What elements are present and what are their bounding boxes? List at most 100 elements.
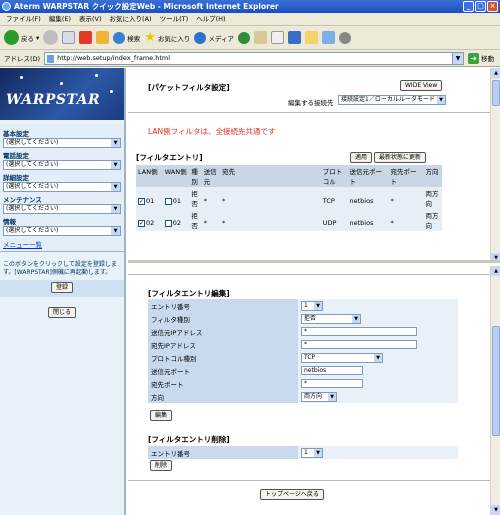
wan-checkbox-02[interactable] [164,219,172,227]
wide-view-button[interactable]: WIDE View [400,80,443,91]
nav-select-info[interactable]: (選択してください) ▼ [3,226,121,236]
src-port-input[interactable]: netbios [301,366,363,375]
filter-type-label: フィルタ種別 [148,312,298,325]
folder-icon[interactable] [304,31,318,44]
connection-select[interactable]: 接続設定1／ローカルルータモード ▼ [338,95,446,105]
dst-ip-input[interactable]: * [301,340,417,349]
chevron-down-icon: ▼ [314,448,322,457]
address-input[interactable]: http://web.setup/index_frame.html ▼ [44,51,465,65]
star-icon: ★ [144,30,156,45]
top-page-button[interactable]: トップページへ戻る [260,489,324,500]
entry-no-select[interactable]: 1 ▼ [301,300,323,311]
nav-select-maintenance[interactable]: (選択してください) ▼ [3,204,121,214]
scroll-up-icon[interactable]: ▲ [491,68,500,78]
scroll-up-icon[interactable]: ▲ [491,266,500,276]
nav-select-advanced[interactable]: (選択してください) ▼ [3,182,121,192]
menu-help[interactable]: ヘルプ(H) [196,13,225,25]
discuss-icon[interactable] [321,31,335,44]
favorites-label: お気に入り [157,34,191,43]
mail-icon[interactable] [253,31,267,44]
delete-entry-select[interactable]: 1 ▼ [301,447,323,458]
delete-button[interactable]: 削除 [150,460,173,471]
scroll-thumb[interactable] [492,80,500,106]
col-dst-port: 宛先ポート [388,165,424,187]
menu-tools[interactable]: ツール(T) [160,13,189,25]
messenger-icon[interactable] [338,31,351,44]
connection-label: 編集する接続先 [288,99,334,107]
src-ip-input[interactable]: * [301,327,417,336]
chevron-down-icon: ▾ [36,33,40,42]
lower-scrollbar[interactable]: ▲ ▼ [490,266,500,515]
apply-button[interactable]: 適用 [350,152,373,163]
cell-type: 拒否 [189,187,202,209]
forward-button[interactable] [43,30,59,45]
cell-src-port: netbios [347,209,389,231]
dst-ip-label: 宛先IPアドレス [148,338,298,351]
filter-type-select[interactable]: 拒否 ▼ [301,313,361,324]
lan-checkbox-02[interactable]: ✓ [138,219,145,227]
word-icon[interactable] [287,31,301,44]
refresh-button[interactable]: 最新状態に更新 [374,152,427,163]
upper-scrollbar[interactable]: ▲ ▼ [490,68,500,260]
nav-select-basic[interactable]: (選択してください) ▼ [3,138,121,148]
close-button[interactable]: × [487,1,498,12]
search-label: 検索 [127,34,141,43]
scroll-down-icon[interactable]: ▼ [491,505,500,515]
go-label: 移動 [481,55,495,63]
refresh-icon[interactable] [79,31,93,44]
media-button[interactable]: メディア [194,31,234,44]
chevron-down-icon: ▼ [352,314,360,323]
direction-label: 方向 [148,390,298,403]
chevron-down-icon[interactable]: ▼ [452,52,464,64]
chevron-down-icon: ▼ [111,205,120,213]
ie-icon [2,2,11,11]
menu-favorites[interactable]: お気に入り(A) [110,13,152,25]
wan-checkbox-01[interactable] [164,197,172,205]
nav-select-phone[interactable]: (選択してください) ▼ [3,160,121,170]
menu-view[interactable]: 表示(V) [79,13,102,25]
lan-checkbox-01[interactable]: ✓ [138,197,145,205]
menubar: ファイル(F) 編集(E) 表示(V) お気に入り(A) ツール(T) ヘルプ(… [0,13,500,26]
home-icon[interactable] [96,31,110,44]
stop-icon[interactable] [62,31,76,44]
menu-file[interactable]: ファイル(F) [6,13,41,25]
scroll-down-icon[interactable]: ▼ [491,253,500,260]
search-button[interactable]: 検索 [113,31,141,44]
nav-label-maintenance: メンテナンス [3,196,42,204]
menu-edit[interactable]: 編集(E) [49,13,71,25]
cell-dst: * [220,187,321,209]
right-frame: [パケットフィルタ設定] WIDE View 編集する接続先 接続設定1／ローカ… [128,68,500,515]
entry-no-label: エントリ番号 [148,299,298,312]
address-bar: アドレス(D) http://web.setup/index_frame.htm… [0,50,500,67]
lan-entry-no: 01 [146,197,155,205]
go-arrow-icon: ➜ [468,52,480,64]
scroll-thumb[interactable] [492,326,500,436]
wan-entry-no: 02 [172,219,181,227]
back-button[interactable]: 戻る ▾ [4,30,39,45]
close-window-button[interactable]: 閉じる [47,307,76,318]
menu-list-link[interactable]: メニュー一覧 [3,239,122,249]
direction-select[interactable]: 両方向 ▼ [301,391,337,402]
edit-button[interactable]: 編集 [150,410,173,421]
filter-entry-title: [フィルタエントリ] [136,153,203,162]
chevron-down-icon: ▼ [111,139,120,147]
go-button[interactable]: ➜ 移動 [468,52,495,64]
cell-dst: * [220,209,321,231]
favorites-button[interactable]: ★ お気に入り [144,30,190,45]
history-icon[interactable] [237,31,250,44]
protocol-select[interactable]: TCP ▼ [301,352,383,363]
col-type: 種別 [189,165,202,187]
table-header: LAN側 WAN側 種別 送信元 宛先 プロトコル 送信元ポート 宛先ポート 方… [136,165,442,187]
register-button[interactable]: 登録 [50,282,73,293]
window-title: Aterm WARPSTAR クイック設定Web - Microsoft Int… [14,2,279,11]
dst-port-input[interactable]: * [301,379,363,388]
protocol-label: プロトコル種別 [148,351,298,364]
col-protocol: プロトコル [320,165,348,187]
minimize-button[interactable]: _ [463,1,474,12]
cell-direction: 両方向 [423,209,442,231]
print-icon[interactable] [270,31,284,44]
page-icon [47,54,55,63]
maximize-button[interactable]: □ [475,1,486,12]
lan-filter-notice: LAN側フィルタは、全接続先共通です [148,127,276,136]
warpstar-logo: WARPSTAR [0,68,124,120]
